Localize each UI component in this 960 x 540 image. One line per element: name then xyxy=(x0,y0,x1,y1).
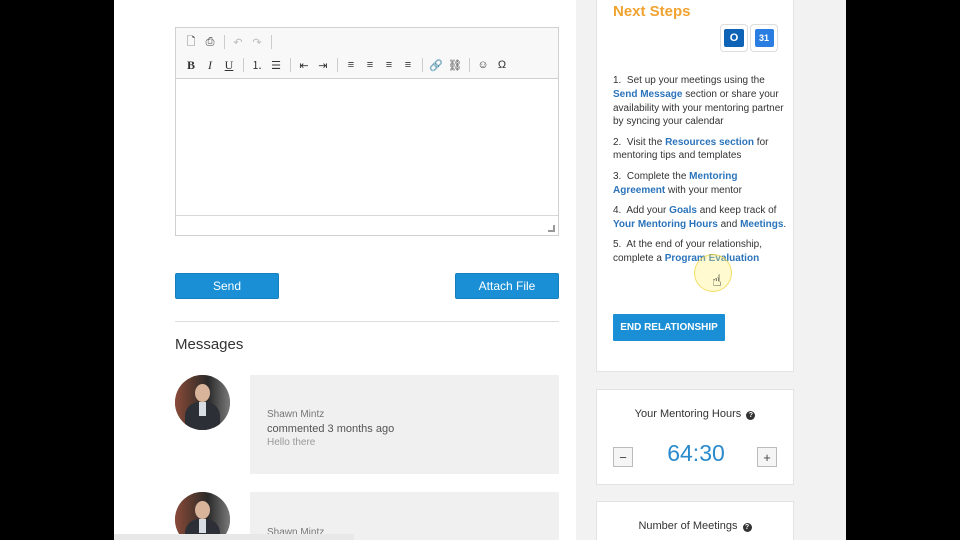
next-steps-title: Next Steps xyxy=(613,3,691,20)
hand-cursor-icon: ☝ xyxy=(712,273,722,290)
message-item: Shawn Mintz commented 3 months ago Hello… xyxy=(250,375,559,474)
meetings-card: Number of Meetings ? xyxy=(596,501,794,540)
toolbar-separator xyxy=(271,35,272,49)
end-relationship-button[interactable]: END RELATIONSHIP xyxy=(613,314,725,341)
step-2: 2. Visit the Resources section for mento… xyxy=(613,136,769,162)
bold-icon[interactable]: B xyxy=(182,56,200,74)
align-left-icon[interactable]: ≡ xyxy=(342,56,360,74)
redo-icon[interactable]: ↷ xyxy=(248,33,266,51)
editor-toolbar: 🗋 ⎙ ↶ ↷ B I U ⒈ ☰ ⇤ ⇥ ≡ ≡ ≡ ≡ 🔗 ⛓ ☺ Ω xyxy=(176,28,558,79)
browser-status-bar xyxy=(114,534,354,540)
toolbar-separator xyxy=(290,58,291,72)
emoji-icon[interactable]: ☺ xyxy=(474,56,492,74)
print-icon[interactable]: ⎙ xyxy=(201,33,219,51)
meetings-link[interactable]: Meetings xyxy=(740,219,783,230)
attach-file-button[interactable]: Attach File xyxy=(455,273,559,299)
mentoring-hours-card: Your Mentoring Hours ? − 64:30 + xyxy=(596,389,794,485)
numbered-list-icon[interactable]: ⒈ xyxy=(248,56,266,74)
message-text: Hello there xyxy=(267,437,316,448)
main-column: 🗋 ⎙ ↶ ↷ B I U ⒈ ☰ ⇤ ⇥ ≡ ≡ ≡ ≡ 🔗 ⛓ ☺ Ω Send Attach File Me… xyxy=(114,0,576,540)
undo-icon[interactable]: ↶ xyxy=(229,33,247,51)
bullet-list-icon[interactable]: ☰ xyxy=(267,56,285,74)
italic-icon[interactable]: I xyxy=(201,56,219,74)
message-item: Shawn Mintz xyxy=(250,492,559,540)
editor-statusbar xyxy=(176,216,558,235)
indent-icon[interactable]: ⇥ xyxy=(314,56,332,74)
toolbar-separator xyxy=(422,58,423,72)
divider xyxy=(175,321,559,322)
mentoring-hours-link[interactable]: Your Mentoring Hours xyxy=(613,219,718,230)
align-right-icon[interactable]: ≡ xyxy=(380,56,398,74)
mentoring-hours-title: Your Mentoring Hours ? xyxy=(597,408,793,420)
justify-icon[interactable]: ≡ xyxy=(399,56,417,74)
special-char-icon[interactable]: Ω xyxy=(493,56,511,74)
increment-hours-button[interactable]: + xyxy=(757,447,777,467)
avatar[interactable] xyxy=(175,375,230,430)
avatar[interactable] xyxy=(175,492,230,540)
message-timestamp: commented 3 months ago xyxy=(267,423,395,435)
help-icon[interactable]: ? xyxy=(742,523,752,532)
goals-link[interactable]: Goals xyxy=(669,205,697,216)
link-icon[interactable]: 🔗 xyxy=(427,56,445,74)
outlook-calendar-icon[interactable]: O xyxy=(721,25,747,51)
step-3: 3. Complete the Mentoring Agreement with… xyxy=(613,170,742,196)
send-button[interactable]: Send xyxy=(175,273,279,299)
unlink-icon[interactable]: ⛓ xyxy=(446,56,464,74)
step-1: 1. Set up your meetings using the Send M… xyxy=(613,75,784,128)
underline-icon[interactable]: U xyxy=(220,56,238,74)
decrement-hours-button[interactable]: − xyxy=(613,447,633,467)
toolbar-separator xyxy=(469,58,470,72)
help-icon[interactable]: ? xyxy=(746,411,756,420)
messages-heading: Messages xyxy=(175,336,244,353)
resize-handle-icon[interactable] xyxy=(548,225,555,232)
message-author[interactable]: Shawn Mintz xyxy=(267,409,324,420)
google-calendar-icon[interactable]: 31 xyxy=(751,25,777,51)
toolbar-separator xyxy=(337,58,338,72)
step-4: 4. Add your Goals and keep track of Your… xyxy=(613,204,787,230)
calendar-sync-icons: O 31 xyxy=(721,25,781,51)
next-steps-list: 1. Set up your meetings using the Send M… xyxy=(613,74,787,272)
message-textarea[interactable] xyxy=(176,79,558,216)
align-center-icon[interactable]: ≡ xyxy=(361,56,379,74)
preview-icon[interactable]: 🗋 xyxy=(182,33,200,51)
send-message-link[interactable]: Send Message xyxy=(613,89,682,100)
toolbar-separator xyxy=(243,58,244,72)
toolbar-separator xyxy=(224,35,225,49)
resources-section-link[interactable]: Resources section xyxy=(665,137,754,148)
outdent-icon[interactable]: ⇤ xyxy=(295,56,313,74)
rich-text-editor: 🗋 ⎙ ↶ ↷ B I U ⒈ ☰ ⇤ ⇥ ≡ ≡ ≡ ≡ 🔗 ⛓ ☺ Ω xyxy=(175,27,559,236)
page: 🗋 ⎙ ↶ ↷ B I U ⒈ ☰ ⇤ ⇥ ≡ ≡ ≡ ≡ 🔗 ⛓ ☺ Ω Send Attach File Me… xyxy=(114,0,846,540)
toolbar-row-2: B I U ⒈ ☰ ⇤ ⇥ ≡ ≡ ≡ ≡ 🔗 ⛓ ☺ Ω xyxy=(182,55,512,75)
mentoring-hours-value: 64:30 xyxy=(667,440,725,466)
meetings-title: Number of Meetings ? xyxy=(597,520,793,532)
next-steps-card: Next Steps O 31 1. Set up your meetings … xyxy=(596,0,794,372)
toolbar-row-1: 🗋 ⎙ ↶ ↷ xyxy=(182,32,276,52)
